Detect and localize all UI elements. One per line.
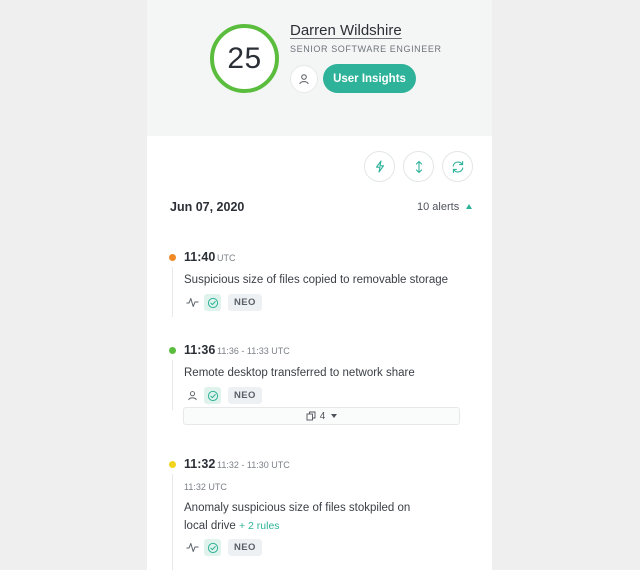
bolt-icon	[375, 160, 384, 173]
verified-badge	[204, 387, 221, 404]
event-time-range: 11:36 - 11:33 UTC	[217, 346, 290, 356]
profile-header: 25 Darren Wildshire SENIOR SOFTWARE ENGI…	[147, 0, 492, 136]
check-circle-icon	[207, 390, 218, 401]
event-time-range: 11:32 - 11:30 UTC	[217, 460, 290, 470]
alert-count-toggle[interactable]: 10 alerts	[417, 201, 459, 213]
event-sub-time: 11:32 UTC	[184, 482, 227, 492]
event-time-suffix: UTC	[217, 253, 236, 263]
event-title[interactable]: Anomaly suspicious size of files stokpil…	[184, 499, 410, 535]
event-title[interactable]: Suspicious size of files copied to remov…	[184, 271, 448, 289]
severity-dot-orange	[169, 254, 176, 261]
bolt-button[interactable]	[364, 151, 395, 182]
refresh-icon	[452, 160, 463, 173]
caret-down-icon	[331, 414, 338, 418]
user-source	[184, 387, 200, 403]
refresh-button[interactable]	[442, 151, 473, 182]
event-time: 11:36	[184, 343, 216, 357]
event-time: 11:32	[184, 457, 216, 471]
grouped-alerts-count: 4	[319, 410, 326, 422]
neo-tag: NEO	[228, 294, 262, 311]
timeline-connector	[172, 267, 173, 317]
user-name-link[interactable]: Darren Wildshire	[290, 22, 402, 39]
activity-source	[184, 539, 200, 555]
activity-source	[184, 294, 200, 310]
severity-dot-green	[169, 347, 176, 354]
expand-vertical-icon	[415, 160, 422, 173]
user-profile-button[interactable]	[290, 65, 318, 93]
severity-dot-yellow	[169, 461, 176, 468]
event-title-line2: local drive	[184, 520, 236, 532]
user-icon	[187, 390, 197, 400]
event-time: 11:40	[184, 250, 216, 264]
risk-score-ring: 25	[210, 24, 279, 93]
check-circle-icon	[207, 297, 218, 308]
timeline-connector	[172, 360, 173, 410]
neo-tag: NEO	[228, 539, 262, 556]
activity-icon	[186, 297, 198, 307]
user-insights-button[interactable]: User Insights	[323, 64, 416, 93]
risk-score: 25	[227, 41, 262, 75]
user-timeline-panel: 25 Darren Wildshire SENIOR SOFTWARE ENGI…	[147, 0, 492, 570]
activity-icon	[186, 542, 198, 552]
grouped-alerts-toggle[interactable]: 4	[183, 407, 460, 425]
verified-badge	[204, 294, 221, 311]
timeline-connector	[172, 474, 173, 570]
check-circle-icon	[207, 542, 218, 553]
expand-button[interactable]	[403, 151, 434, 182]
verified-badge	[204, 539, 221, 556]
user-role: SENIOR SOFTWARE ENGINEER	[290, 44, 442, 54]
caret-up-icon[interactable]	[466, 204, 472, 209]
event-title-line1: Anomaly suspicious size of files stokpil…	[184, 502, 411, 514]
timeline-date: Jun 07, 2020	[170, 200, 245, 214]
user-icon	[299, 74, 309, 85]
extra-rules-link[interactable]: + 2 rules	[239, 520, 280, 532]
neo-tag: NEO	[228, 387, 262, 404]
copy-icon	[306, 411, 316, 421]
event-title[interactable]: Remote desktop transferred to network sh…	[184, 364, 415, 382]
